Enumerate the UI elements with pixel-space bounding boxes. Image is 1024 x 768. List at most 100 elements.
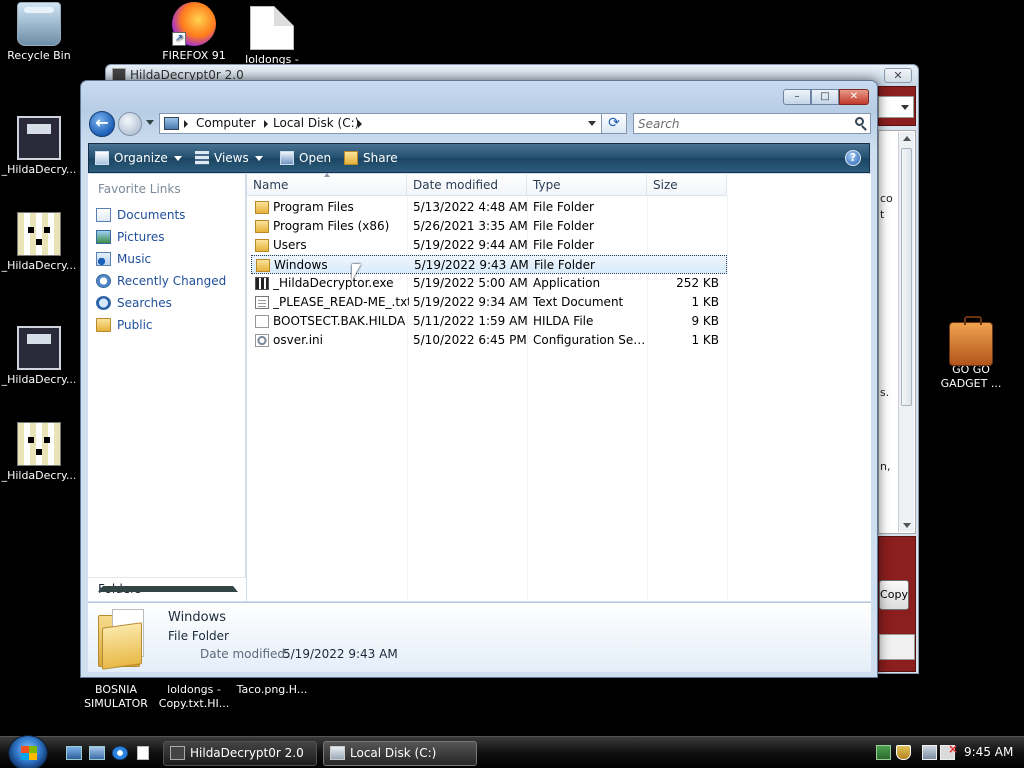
hilda-image-icon	[17, 422, 61, 466]
file-row-program-files[interactable]: Program Files 5/13/2022 4:48 AM File Fol…	[251, 198, 727, 217]
scroll-down-icon[interactable]	[903, 523, 911, 528]
show-desktop-icon[interactable]	[66, 746, 82, 760]
back-button[interactable]: ←	[89, 111, 115, 137]
taskbar-button-hilda[interactable]: HildaDecrypt0r 2.0	[163, 741, 317, 766]
internet-explorer-icon[interactable]	[112, 746, 128, 760]
hilda-dropdown[interactable]	[878, 96, 914, 118]
address-history-dropdown-icon[interactable]	[588, 121, 596, 126]
file-name: _PLEASE_READ-ME_.txt	[273, 295, 409, 309]
taskbar-button-local-disk[interactable]: Local Disk (C:)	[323, 741, 477, 766]
open-button[interactable]: Open	[280, 150, 331, 168]
start-button[interactable]	[8, 735, 48, 768]
desktop-icon-taco[interactable]: Taco.png.H...	[233, 683, 311, 697]
desktop-icon-recycle-bin[interactable]: Recycle Bin	[0, 2, 78, 63]
taskbar-button-label: Local Disk (C:)	[350, 746, 437, 760]
file-row-users[interactable]: Users 5/19/2022 9:44 AM File Folder	[251, 236, 727, 255]
language-bar-icon[interactable]	[876, 745, 891, 760]
views-button[interactable]: Views	[195, 150, 263, 168]
desktop-icon-hilda-1[interactable]: _HildaDecry...	[0, 116, 78, 177]
window-controls: – □ ✕	[783, 89, 869, 105]
details-item-name: Windows	[168, 610, 227, 625]
breadcrumb-local-disk[interactable]: Local Disk (C:)	[273, 116, 359, 130]
file-date: 5/19/2022 5:00 AM	[413, 276, 528, 290]
desktop-icon-bosnia[interactable]: BOSNIA SIMULATOR	[77, 683, 155, 711]
drive-icon	[330, 746, 345, 760]
breadcrumb-separator-icon[interactable]	[184, 120, 188, 128]
column-header-date-modified[interactable]: Date modified	[407, 174, 527, 196]
search-input[interactable]	[638, 115, 838, 133]
clock[interactable]: 9:45 AM	[964, 745, 1013, 759]
file-row-hilda-decryptor-exe[interactable]: _HildaDecryptor.exe 5/19/2022 5:00 AM Ap…	[251, 274, 727, 293]
volume-muted-icon[interactable]	[940, 742, 958, 760]
folder-icon	[98, 609, 148, 670]
shortcut-arrow-icon: ↗	[172, 32, 186, 46]
recent-pages-dropdown[interactable]	[146, 120, 154, 125]
command-bar: Organize Views Open Share ?	[88, 143, 870, 173]
favorite-link-recently-changed[interactable]: Recently Changed	[96, 272, 226, 290]
column-header-type[interactable]: Type	[527, 174, 647, 196]
details-modified-label: Date modified:	[200, 647, 290, 661]
desktop-icon-firefox[interactable]: ↗ FIREFOX 91	[155, 2, 233, 63]
switch-windows-icon[interactable]	[89, 746, 105, 760]
help-icon[interactable]: ?	[845, 150, 861, 166]
breadcrumb-computer[interactable]: Computer	[196, 116, 256, 130]
text-file-icon	[250, 6, 294, 50]
file-row-please-read-me[interactable]: _PLEASE_READ-ME_.txt 5/19/2022 9:34 AM T…	[251, 293, 727, 312]
favorite-link-pictures[interactable]: Pictures	[96, 228, 165, 246]
refresh-button[interactable]: ⟳	[601, 113, 627, 134]
chevron-down-icon	[173, 156, 182, 161]
desktop-icon-hilda-2[interactable]: _HildaDecry...	[0, 212, 78, 273]
hilda-text-fragment: co	[880, 192, 893, 205]
folders-toggle[interactable]: Folders	[88, 577, 246, 601]
desktop-icon-gadget[interactable]: GO GO GADGET ...	[932, 316, 1010, 391]
file-date: 5/13/2022 4:48 AM	[413, 200, 528, 214]
address-bar[interactable]: Computer Local Disk (C:)	[159, 113, 627, 134]
favorite-link-searches[interactable]: Searches	[96, 294, 172, 312]
hilda-text-fragment: n,	[880, 460, 891, 473]
desktop-icon-loldongs[interactable]: loldongs -	[233, 6, 311, 67]
forward-button[interactable]	[118, 112, 142, 136]
file-row-osver-ini[interactable]: osver.ini 5/10/2022 6:45 PM Configuratio…	[251, 331, 727, 350]
document-icon[interactable]	[137, 746, 149, 760]
close-button[interactable]: ✕	[839, 89, 869, 105]
favorite-link-label: Documents	[117, 208, 186, 222]
views-label: Views	[214, 151, 249, 165]
desktop-icon-hilda-3[interactable]: _HildaDecry...	[0, 326, 78, 387]
file-row-program-files-x86[interactable]: Program Files (x86) 5/26/2021 3:35 AM Fi…	[251, 217, 727, 236]
security-shield-icon[interactable]	[896, 745, 911, 760]
network-icon[interactable]	[922, 745, 937, 760]
favorite-link-music[interactable]: Music	[96, 250, 151, 268]
breadcrumb-separator-icon[interactable]	[358, 120, 362, 128]
desktop-icon-label: FIREFOX 91	[162, 49, 226, 62]
column-header-size[interactable]: Size	[647, 174, 727, 196]
organize-button[interactable]: Organize	[95, 150, 182, 168]
file-date: 5/19/2022 9:43 AM	[414, 258, 529, 272]
taskbar: HildaDecrypt0r 2.0 Local Disk (C:) 9:45 …	[0, 735, 1024, 768]
copy-button[interactable]: Copy	[879, 580, 909, 610]
file-row-windows[interactable]: Windows 5/19/2022 9:43 AM File Folder	[251, 255, 727, 274]
share-label: Share	[363, 151, 398, 165]
folder-icon	[255, 201, 269, 214]
search-box[interactable]	[633, 113, 871, 134]
hilda-window-close-button[interactable]: ✕	[884, 68, 912, 83]
favorite-links-header: Favorite Links	[98, 182, 181, 196]
column-header-name[interactable]: Name	[247, 173, 407, 196]
file-row-bootsect-bak-hilda[interactable]: BOOTSECT.BAK.HILDA 5/11/2022 1:59 AM HIL…	[251, 312, 727, 331]
desktop-icon-hilda-4[interactable]: _HildaDecry...	[0, 422, 78, 483]
scroll-thumb[interactable]	[901, 148, 912, 406]
minimize-button[interactable]: –	[783, 89, 811, 105]
hilda-scrollbar[interactable]	[898, 132, 914, 532]
scroll-up-icon[interactable]	[903, 136, 911, 141]
search-icon[interactable]	[855, 117, 864, 126]
file-size: 252 KB	[676, 276, 719, 290]
hilda-input-bar[interactable]	[879, 634, 915, 660]
maximize-button[interactable]: □	[811, 89, 839, 105]
details-pane: Windows File Folder Date modified: 5/19/…	[88, 602, 871, 672]
favorite-link-documents[interactable]: Documents	[96, 206, 185, 224]
firefox-icon: ↗	[172, 2, 216, 46]
desktop-icon-loldongs-copy[interactable]: loldongs - Copy.txt.HI...	[155, 683, 233, 711]
breadcrumb-separator-icon[interactable]	[264, 120, 268, 128]
share-button[interactable]: Share	[344, 150, 398, 168]
favorite-link-public[interactable]: Public	[96, 316, 153, 334]
file-name: Windows	[274, 258, 328, 272]
